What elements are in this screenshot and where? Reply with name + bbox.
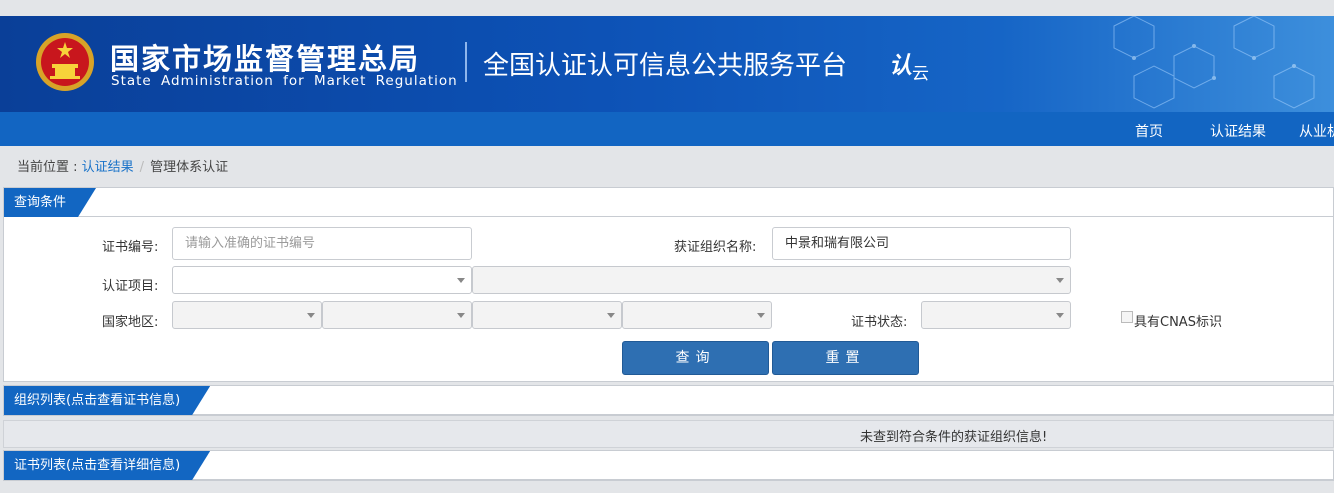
chevron-down-icon bbox=[457, 278, 465, 283]
query-panel-title: 查询条件 bbox=[4, 188, 96, 217]
breadcrumb-separator: / bbox=[139, 160, 145, 175]
region-label: 国家地区: bbox=[102, 315, 159, 330]
cnas-label: 具有CNAS标识 bbox=[1134, 315, 1222, 330]
hexagon-pattern-icon bbox=[1113, 16, 1315, 109]
org-list-empty-row bbox=[3, 420, 1334, 448]
org-name-input[interactable]: 中景和瑞有限公司 bbox=[772, 227, 1071, 260]
breadcrumb-current: 管理体系认证 bbox=[150, 160, 229, 175]
region-select-2[interactable] bbox=[322, 301, 472, 329]
reset-button[interactable]: 重置 bbox=[772, 341, 919, 375]
project-label: 认证项目: bbox=[102, 279, 159, 294]
search-button[interactable]: 查询 bbox=[622, 341, 769, 375]
cert-list-panel: 证书列表(点击查看详细信息) bbox=[3, 450, 1334, 481]
breadcrumb-link[interactable]: 认证结果 bbox=[82, 160, 134, 175]
org-name-en: State Administration for Market Regulati… bbox=[111, 73, 458, 89]
top-strip bbox=[0, 0, 1334, 16]
region-select-3[interactable] bbox=[472, 301, 622, 329]
chevron-down-icon bbox=[1056, 278, 1064, 283]
query-panel-header: 查询条件 bbox=[4, 188, 1333, 217]
logo-text: 认 bbox=[889, 52, 912, 79]
org-list-empty-message: 未查到符合条件的获证组织信息! bbox=[860, 430, 1048, 445]
cert-no-input[interactable]: 请输入准确的证书编号 bbox=[172, 227, 472, 260]
chevron-down-icon bbox=[457, 313, 465, 318]
region-select-4[interactable] bbox=[622, 301, 772, 329]
main-nav: 首页 认证结果 从业机 bbox=[0, 112, 1334, 146]
platform-logo: 认云 bbox=[889, 46, 929, 84]
org-name-label: 获证组织名称: bbox=[674, 240, 757, 255]
site-banner: 国家市场监督管理总局 State Administration for Mark… bbox=[0, 16, 1334, 112]
status-label: 证书状态: bbox=[851, 315, 908, 330]
cert-list-header: 证书列表(点击查看详细信息) bbox=[4, 451, 1333, 480]
org-name-cn: 国家市场监督管理总局 bbox=[110, 42, 421, 76]
nav-item-practitioners[interactable]: 从业机 bbox=[1299, 121, 1334, 141]
status-select[interactable] bbox=[921, 301, 1071, 329]
breadcrumb: 当前位置 : 认证结果 / 管理体系认证 bbox=[17, 156, 228, 175]
platform-title: 全国认证认可信息公共服务平台 bbox=[483, 51, 848, 81]
chevron-down-icon bbox=[607, 313, 615, 318]
org-list-panel: 组织列表(点击查看证书信息) bbox=[3, 385, 1334, 416]
project-sub-select[interactable] bbox=[472, 266, 1071, 294]
breadcrumb-prefix: 当前位置 : bbox=[17, 160, 78, 175]
cert-list-title: 证书列表(点击查看详细信息) bbox=[4, 451, 210, 480]
cert-no-label: 证书编号: bbox=[102, 240, 159, 255]
cnas-checkbox[interactable] bbox=[1121, 311, 1133, 323]
nav-item-results[interactable]: 认证结果 bbox=[1210, 121, 1266, 141]
logo-sub: 云 bbox=[912, 64, 929, 84]
chevron-down-icon bbox=[1056, 313, 1064, 318]
region-select-1[interactable] bbox=[172, 301, 322, 329]
chevron-down-icon bbox=[307, 313, 315, 318]
org-list-header: 组织列表(点击查看证书信息) bbox=[4, 386, 1333, 415]
chevron-down-icon bbox=[757, 313, 765, 318]
header-divider bbox=[465, 42, 467, 82]
project-select[interactable] bbox=[172, 266, 472, 294]
org-list-title: 组织列表(点击查看证书信息) bbox=[4, 386, 210, 415]
national-emblem-icon bbox=[36, 33, 94, 91]
nav-item-home[interactable]: 首页 bbox=[1135, 121, 1163, 141]
